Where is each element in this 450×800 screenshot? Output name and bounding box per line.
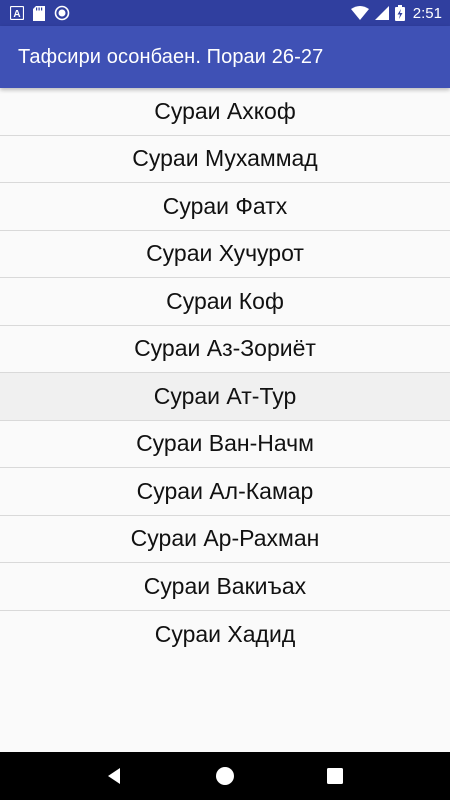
list-item-hujurot[interactable]: Сураи Хучурот [0, 230, 450, 278]
surah-list: Сураи Ахкоф Сураи Мухаммад Сураи Фатх Су… [0, 88, 450, 658]
battery-charging-icon [394, 5, 405, 21]
list-item-al-qamar[interactable]: Сураи Ал-Камар [0, 468, 450, 516]
wifi-icon [350, 6, 369, 20]
record-icon [54, 5, 70, 21]
svg-text:A: A [13, 9, 20, 20]
list-item-at-tur[interactable]: Сураи Ат-Тур [0, 373, 450, 421]
list-item-fath[interactable]: Сураи Фатх [0, 183, 450, 231]
list-item-ar-rahman[interactable]: Сураи Ар-Рахман [0, 515, 450, 563]
list-item-az-zoriyot[interactable]: Сураи Аз-Зориёт [0, 325, 450, 373]
a-notification-icon: A [10, 6, 24, 20]
app-bar: Тафсири осонбаен. Пораи 26-27 [0, 26, 450, 88]
list-item-kof[interactable]: Сураи Коф [0, 278, 450, 326]
navigation-bar [0, 752, 450, 800]
list-item-vaqiah[interactable]: Сураи Вакиъах [0, 563, 450, 611]
status-right: 2:51 [350, 4, 442, 22]
sd-card-icon [33, 5, 45, 21]
status-left: A [10, 5, 70, 21]
app-title: Тафсири осонбаен. Пораи 26-27 [18, 45, 324, 68]
home-icon[interactable] [205, 756, 245, 796]
list-item-van-najm[interactable]: Сураи Ван-Начм [0, 420, 450, 468]
list-item-muhammad[interactable]: Сураи Мухаммад [0, 135, 450, 183]
list-item-ahkof[interactable]: Сураи Ахкоф [0, 88, 450, 136]
status-time: 2:51 [412, 4, 442, 22]
back-icon[interactable] [95, 756, 135, 796]
signal-icon [374, 6, 389, 20]
recents-icon[interactable] [315, 756, 355, 796]
list-item-hadid[interactable]: Сураи Хадид [0, 610, 450, 658]
status-bar: A 2:51 [0, 0, 450, 26]
